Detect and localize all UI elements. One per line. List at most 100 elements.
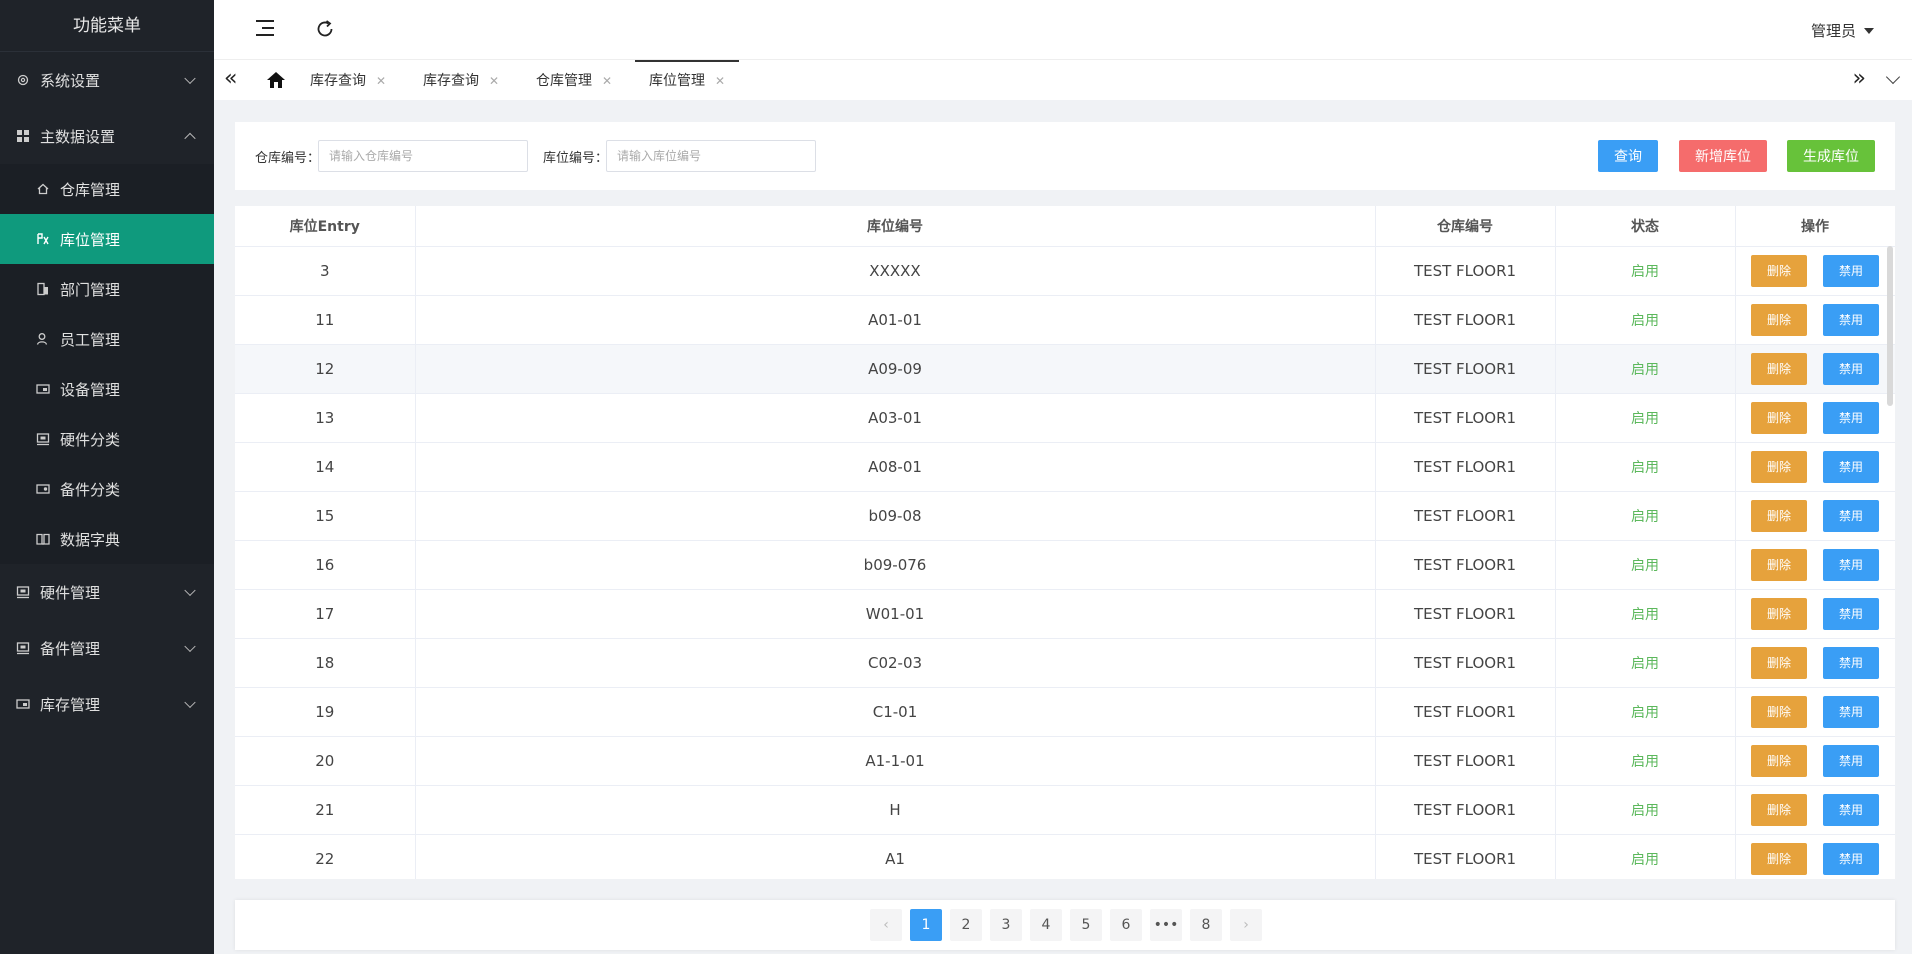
sidebar-item-device[interactable]: 设备管理	[0, 364, 214, 414]
warehouse-code-input[interactable]	[318, 140, 528, 172]
disable-button[interactable]: 禁用	[1823, 352, 1879, 385]
cell-actions: 删除 禁用	[1735, 834, 1895, 879]
sidebar-item-label: 数据字典	[60, 530, 121, 549]
page-button-3[interactable]: 3	[990, 909, 1022, 941]
column-header-status[interactable]: 状态	[1555, 206, 1736, 247]
column-header-location-code[interactable]: 库位编号	[415, 206, 1376, 247]
tabs-dropdown-icon[interactable]	[1885, 69, 1901, 85]
disable-button[interactable]: 禁用	[1823, 695, 1879, 728]
disable-button[interactable]: 禁用	[1823, 499, 1879, 532]
close-icon[interactable]: ✕	[376, 74, 386, 88]
tab-inventory-query-1[interactable]: 库存查询 ✕	[296, 60, 400, 100]
disable-button[interactable]: 禁用	[1823, 597, 1879, 630]
close-icon[interactable]: ✕	[715, 74, 725, 88]
parts-icon	[36, 482, 50, 496]
sidebar-item-hardware-category[interactable]: 硬件分类	[0, 414, 214, 464]
close-icon[interactable]: ✕	[602, 74, 612, 88]
table-row: 19 C1-01 TEST FLOOR1 启用 删除 禁用	[235, 687, 1895, 737]
table-scrollbar[interactable]	[1887, 246, 1893, 406]
cell-location-code: C02-03	[415, 638, 1376, 688]
filter-panel: 仓库编号： 库位编号： 查询 新增库位 生成库位	[235, 122, 1895, 190]
sidebar-item-location[interactable]: 库位管理	[0, 214, 214, 264]
add-location-button[interactable]: 新增库位	[1679, 140, 1767, 172]
cell-entry: 16	[235, 540, 416, 590]
disable-button[interactable]: 禁用	[1823, 744, 1879, 777]
tab-warehouse-management[interactable]: 仓库管理 ✕	[522, 60, 626, 100]
delete-button[interactable]: 删除	[1751, 597, 1807, 630]
location-code-input[interactable]	[606, 140, 816, 172]
refresh-icon[interactable]	[314, 18, 336, 40]
next-page-button[interactable]: ›	[1230, 909, 1262, 941]
sidebar-group-inventory[interactable]: 库存管理	[0, 676, 214, 732]
delete-button[interactable]: 删除	[1751, 254, 1807, 287]
scroll-tabs-left-icon[interactable]: «	[224, 68, 237, 90]
tab-location-management[interactable]: 库位管理 ✕	[635, 60, 740, 100]
delete-button[interactable]: 删除	[1751, 842, 1807, 875]
cell-location-code: A1-1-01	[415, 736, 1376, 786]
status-badge: 启用	[1631, 753, 1659, 770]
disable-button[interactable]: 禁用	[1823, 450, 1879, 483]
cell-location-code: C1-01	[415, 687, 1376, 737]
cell-entry: 15	[235, 491, 416, 541]
prev-page-button[interactable]: ‹	[870, 909, 902, 941]
sidebar-group-system-settings[interactable]: 系统设置	[0, 52, 214, 108]
sidebar-item-parts-category[interactable]: 备件分类	[0, 464, 214, 514]
sidebar-group-master-data[interactable]: 主数据设置	[0, 108, 214, 164]
delete-button[interactable]: 删除	[1751, 450, 1807, 483]
delete-button[interactable]: 删除	[1751, 303, 1807, 336]
disable-button[interactable]: 禁用	[1823, 842, 1879, 875]
tab-inventory-query-2[interactable]: 库存查询 ✕	[409, 60, 513, 100]
cell-location-code: b09-076	[415, 540, 1376, 590]
delete-button[interactable]: 删除	[1751, 646, 1807, 679]
sidebar-item-warehouse[interactable]: 仓库管理	[0, 164, 214, 214]
disable-button[interactable]: 禁用	[1823, 548, 1879, 581]
delete-button[interactable]: 删除	[1751, 744, 1807, 777]
search-button[interactable]: 查询	[1598, 140, 1658, 172]
cell-warehouse-code: TEST FLOOR1	[1375, 295, 1556, 345]
page-button-8[interactable]: 8	[1190, 909, 1222, 941]
home-tab-icon[interactable]	[266, 71, 286, 89]
page-button-5[interactable]: 5	[1070, 909, 1102, 941]
disable-button[interactable]: 禁用	[1823, 303, 1879, 336]
delete-button[interactable]: 删除	[1751, 548, 1807, 581]
generate-location-button[interactable]: 生成库位	[1787, 140, 1875, 172]
cell-entry: 22	[235, 834, 416, 879]
cell-status: 启用	[1555, 834, 1736, 879]
cell-location-code: XXXXX	[415, 246, 1376, 296]
user-menu[interactable]: 管理员	[1811, 20, 1874, 41]
cell-status: 启用	[1555, 295, 1736, 345]
table-row: 11 A01-01 TEST FLOOR1 启用 删除 禁用	[235, 295, 1895, 345]
delete-button[interactable]: 删除	[1751, 695, 1807, 728]
collapse-menu-icon[interactable]	[256, 20, 274, 36]
sidebar-item-data-dictionary[interactable]: 数据字典	[0, 514, 214, 564]
cell-warehouse-code: TEST FLOOR1	[1375, 589, 1556, 639]
table-row: 14 A08-01 TEST FLOOR1 启用 删除 禁用	[235, 442, 1895, 492]
page-ellipsis-button[interactable]: •••	[1150, 909, 1182, 941]
close-icon[interactable]: ✕	[489, 74, 499, 88]
column-header-warehouse-code[interactable]: 仓库编号	[1375, 206, 1556, 247]
delete-button[interactable]: 删除	[1751, 401, 1807, 434]
disable-button[interactable]: 禁用	[1823, 254, 1879, 287]
sidebar-item-department[interactable]: 部门管理	[0, 264, 214, 314]
data-table: 库位Entry 库位编号 仓库编号 状态 操作 3 XXXXX TEST FLO…	[235, 206, 1895, 879]
disable-button[interactable]: 禁用	[1823, 401, 1879, 434]
delete-button[interactable]: 删除	[1751, 499, 1807, 532]
delete-button[interactable]: 删除	[1751, 352, 1807, 385]
sidebar-group-hardware[interactable]: 硬件管理	[0, 564, 214, 620]
page-button-4[interactable]: 4	[1030, 909, 1062, 941]
disable-button[interactable]: 禁用	[1823, 646, 1879, 679]
scroll-tabs-right-icon[interactable]: »	[1853, 68, 1866, 90]
sidebar-item-employee[interactable]: 员工管理	[0, 314, 214, 364]
delete-button[interactable]: 删除	[1751, 793, 1807, 826]
sidebar-group-parts[interactable]: 备件管理	[0, 620, 214, 676]
cell-actions: 删除 禁用	[1735, 393, 1895, 443]
page-button-6[interactable]: 6	[1110, 909, 1142, 941]
sidebar-submenu: 仓库管理 库位管理 部门管理 员工管理 设备管理 硬件分类 备件分类 数据字典	[0, 164, 214, 564]
page-button-1[interactable]: 1	[910, 909, 942, 941]
disable-button[interactable]: 禁用	[1823, 793, 1879, 826]
page-button-2[interactable]: 2	[950, 909, 982, 941]
cell-entry: 3	[235, 246, 416, 296]
cell-location-code: W01-01	[415, 589, 1376, 639]
sidebar-item-label: 员工管理	[60, 330, 121, 349]
column-header-entry[interactable]: 库位Entry	[235, 206, 416, 247]
